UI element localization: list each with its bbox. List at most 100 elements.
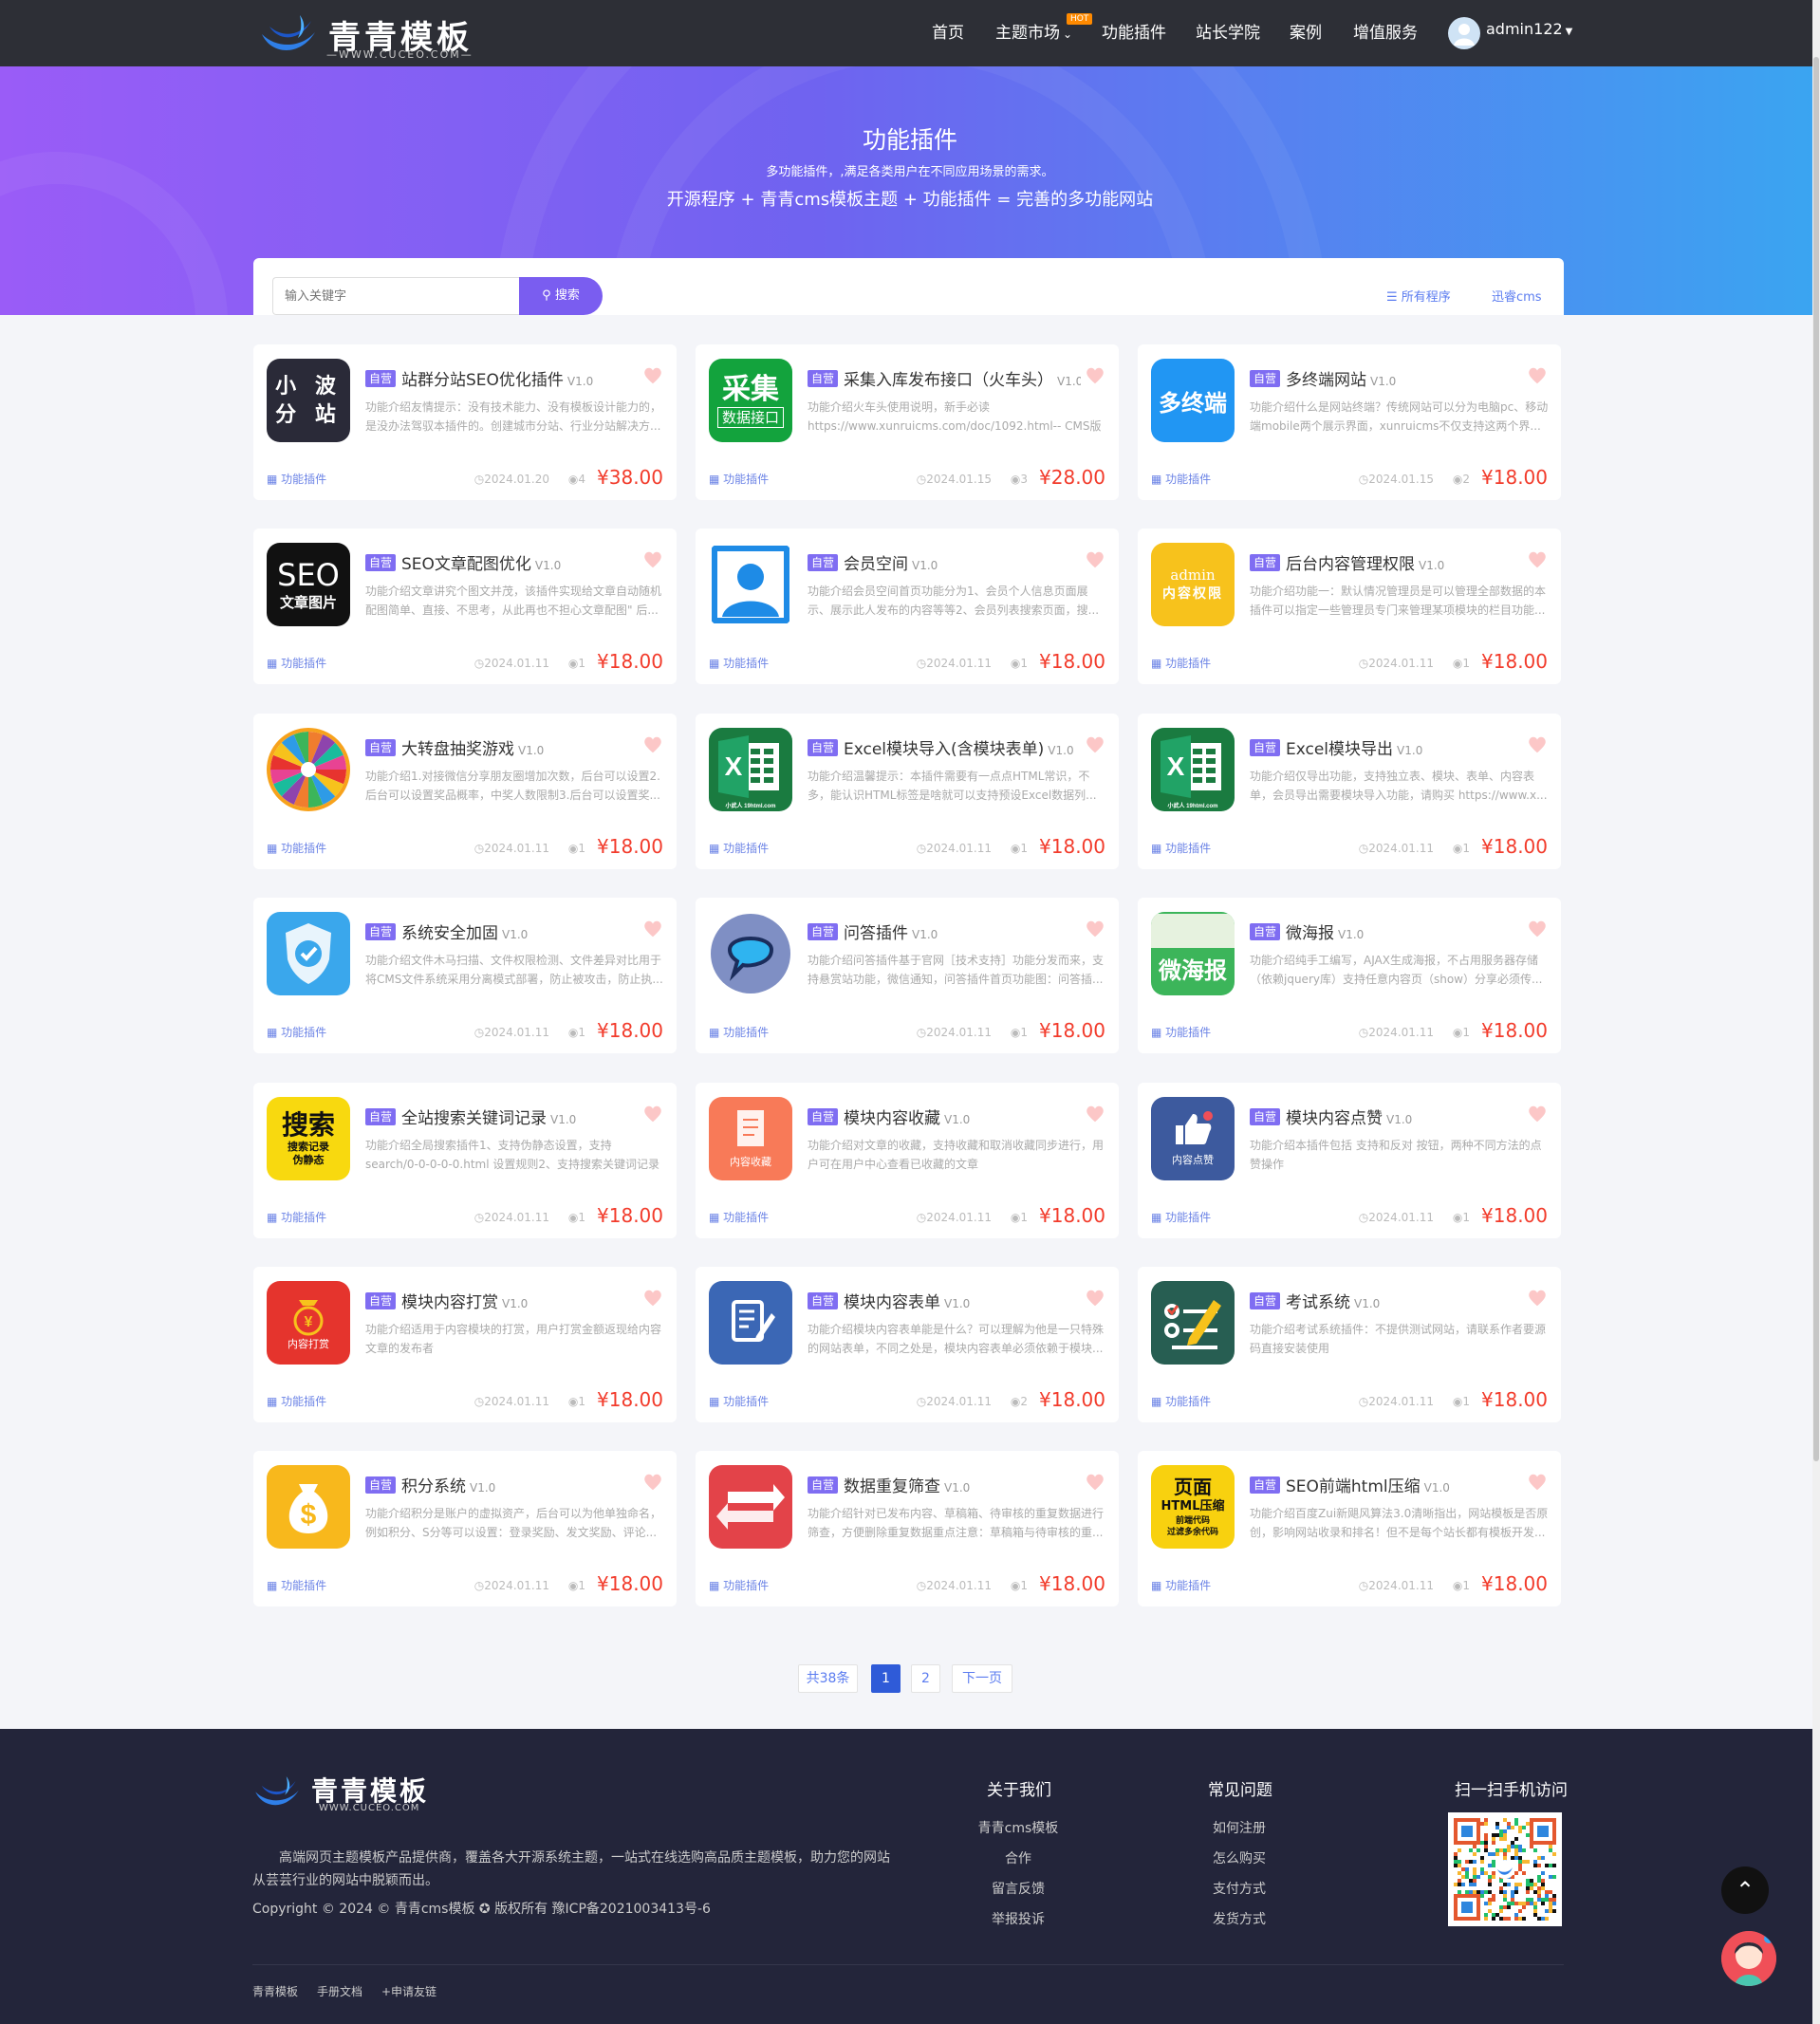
footer-link[interactable]: 留言反馈 bbox=[977, 1879, 1059, 1898]
product-icon[interactable] bbox=[709, 912, 792, 996]
product-card[interactable]: 内容收藏 自营 模块内容收藏 V1.0 功能介绍对文章的收藏，支持收藏和取消收藏同步进行… bbox=[696, 1082, 1119, 1238]
product-title[interactable]: SEO前端html压缩 V1.0 bbox=[1286, 1473, 1523, 1496]
filter-all-programs[interactable]: ☰ 所有程序 bbox=[1386, 287, 1451, 305]
product-title[interactable]: 后台内容管理权限 V1.0 bbox=[1286, 550, 1523, 574]
product-card[interactable]: admin 内容权限 自营 后台内容管理权限 V1.0 功能介绍功能一：默认情况管理员是可… bbox=[1138, 529, 1561, 685]
footer-link[interactable]: 怎么购买 bbox=[1198, 1848, 1280, 1867]
product-title[interactable]: 站群分站SEO优化插件 V1.0 bbox=[401, 366, 639, 390]
product-icon[interactable] bbox=[267, 727, 350, 811]
product-title[interactable]: 问答插件 V1.0 bbox=[844, 919, 1081, 943]
footer-link[interactable]: 如何注册 bbox=[1198, 1818, 1280, 1837]
product-category[interactable]: ▦ 功能插件 bbox=[709, 655, 769, 671]
heart-icon[interactable] bbox=[1085, 919, 1105, 939]
footer-bottom-link[interactable]: 青青模板 bbox=[252, 1983, 298, 1999]
product-title[interactable]: 多终端网站 V1.0 bbox=[1286, 366, 1523, 390]
product-icon[interactable] bbox=[267, 912, 350, 996]
back-to-top-button[interactable]: ⌃ bbox=[1721, 1866, 1769, 1914]
heart-icon[interactable] bbox=[642, 365, 663, 386]
product-card[interactable]: ¥ 内容打赏 自营 模块内容打赏 V1.0 功能介绍适用于内容模块的打赏，用户打赏金额返现… bbox=[253, 1267, 677, 1422]
product-icon[interactable]: 页面 HTML压缩 前端代码 过滤多余代码 bbox=[1151, 1465, 1235, 1550]
user-menu[interactable]: admin122 ▼ bbox=[1486, 0, 1572, 63]
site-logo[interactable]: 青青模板 —WWW.CUCEO.COM— bbox=[258, 8, 476, 61]
product-card[interactable]: 采集 数据接口 自营 采集入库发布接口（火车头） V1.0 功能介绍火车头使用说明，新手必… bbox=[696, 344, 1119, 500]
product-card[interactable]: 小 波分 站自营 站群分站SEO优化插件 V1.0 功能介绍友情提示：没有技术能力、没… bbox=[253, 344, 677, 500]
footer-bottom-link[interactable]: 手册文档 bbox=[317, 1983, 362, 1999]
footer-link[interactable]: 合作 bbox=[977, 1848, 1059, 1867]
heart-icon[interactable] bbox=[642, 1288, 663, 1309]
product-icon[interactable]: ¥ 内容打赏 bbox=[267, 1281, 350, 1365]
product-icon[interactable]: 小 波分 站 bbox=[267, 359, 350, 442]
footer-bottom-link[interactable]: +申请友链 bbox=[381, 1983, 436, 1999]
product-title[interactable]: 考试系统 V1.0 bbox=[1286, 1289, 1523, 1312]
heart-icon[interactable] bbox=[642, 919, 663, 939]
heart-icon[interactable] bbox=[1085, 1288, 1105, 1309]
footer-link[interactable]: 发货方式 bbox=[1198, 1909, 1280, 1928]
heart-icon[interactable] bbox=[1527, 549, 1548, 570]
product-category[interactable]: ▦ 功能插件 bbox=[1151, 1577, 1211, 1593]
product-category[interactable]: ▦ 功能插件 bbox=[709, 1393, 769, 1409]
search-button[interactable]: ⚲ 搜索 bbox=[519, 277, 603, 315]
nav-cases[interactable]: 案例 bbox=[1290, 0, 1322, 66]
product-icon[interactable]: 内容点赞 bbox=[1151, 1096, 1235, 1180]
product-title[interactable]: 系统安全加固 V1.0 bbox=[401, 919, 639, 943]
product-category[interactable]: ▦ 功能插件 bbox=[709, 1024, 769, 1040]
product-category[interactable]: ▦ 功能插件 bbox=[1151, 655, 1211, 671]
product-category[interactable]: ▦ 功能插件 bbox=[709, 1577, 769, 1593]
product-card[interactable]: 自营 数据重复筛查 V1.0 功能介绍针对已发布内容、草稿箱、待审核的重复数据进行筛查… bbox=[696, 1451, 1119, 1607]
next-page-button[interactable]: 下一页 bbox=[952, 1664, 1012, 1693]
product-icon[interactable]: 搜索 搜索记录 伪静态 bbox=[267, 1096, 350, 1180]
product-icon[interactable]: $ bbox=[267, 1465, 350, 1550]
footer-link[interactable]: 举报投诉 bbox=[977, 1909, 1059, 1928]
product-icon[interactable] bbox=[709, 1465, 792, 1550]
product-card[interactable]: 微海报 自营 微海报 V1.0 功能介绍纯手工编写，AJAX生成海报，不占用服务器存储（… bbox=[1138, 898, 1561, 1054]
product-category[interactable]: ▦ 功能插件 bbox=[1151, 1024, 1211, 1040]
product-title[interactable]: 模块内容收藏 V1.0 bbox=[844, 1105, 1081, 1128]
heart-icon[interactable] bbox=[1085, 365, 1105, 386]
product-card[interactable]: X 小武人 19html.com 自营 Excel模块导入(含模块表单) V1.0 功能介… bbox=[696, 713, 1119, 869]
product-card[interactable]: 自营 大转盘抽奖游戏 V1.0 功能介绍1.对接微信分享朋友圈增加次数，后台可以设置2… bbox=[253, 713, 677, 869]
footer-link[interactable]: 青青cms模板 bbox=[977, 1818, 1059, 1837]
product-icon[interactable]: 采集 数据接口 bbox=[709, 359, 792, 442]
product-title[interactable]: 模块内容点赞 V1.0 bbox=[1286, 1105, 1523, 1128]
product-category[interactable]: ▦ 功能插件 bbox=[709, 840, 769, 856]
footer-logo[interactable]: 青青模板 WWW.CUCEO.COM bbox=[252, 1771, 442, 1818]
product-icon[interactable]: 微海报 bbox=[1151, 912, 1235, 996]
product-icon[interactable] bbox=[709, 1281, 792, 1365]
search-input[interactable] bbox=[272, 277, 519, 315]
product-title[interactable]: 采集入库发布接口（火车头） V1.0 bbox=[844, 366, 1081, 390]
product-category[interactable]: ▦ 功能插件 bbox=[267, 1393, 326, 1409]
heart-icon[interactable] bbox=[1527, 1472, 1548, 1493]
product-title[interactable]: SEO文章配图优化 V1.0 bbox=[401, 550, 639, 574]
product-card[interactable]: 自营 考试系统 V1.0 功能介绍考试系统插件：不提供测试网站，请联系作者要源码直接安… bbox=[1138, 1267, 1561, 1422]
product-card[interactable]: 搜索 搜索记录 伪静态 自营 全站搜索关键词记录 V1.0 功能介绍全局搜索插件1、支持伪静… bbox=[253, 1082, 677, 1238]
footer-link[interactable]: 支付方式 bbox=[1198, 1879, 1280, 1898]
product-title[interactable]: 数据重复筛查 V1.0 bbox=[844, 1473, 1081, 1496]
product-icon[interactable]: X 小武人 19html.com bbox=[709, 727, 792, 811]
product-title[interactable]: 积分系统 V1.0 bbox=[401, 1473, 639, 1496]
product-icon[interactable] bbox=[709, 543, 792, 627]
nav-theme-market[interactable]: 主题市场 ⌄ bbox=[995, 0, 1072, 66]
heart-icon[interactable] bbox=[1527, 734, 1548, 755]
product-category[interactable]: ▦ 功能插件 bbox=[1151, 840, 1211, 856]
product-category[interactable]: ▦ 功能插件 bbox=[267, 1024, 326, 1040]
product-category[interactable]: ▦ 功能插件 bbox=[1151, 471, 1211, 487]
filter-xunrui-cms[interactable]: 迅睿cms bbox=[1492, 287, 1542, 305]
product-card[interactable]: 自营 模块内容表单 V1.0 功能介绍模块内容表单能是什么？可以理解为他是一只特殊的网… bbox=[696, 1267, 1119, 1422]
product-card[interactable]: 页面 HTML压缩 前端代码 过滤多余代码 自营 SEO前端html压缩 V1.0 功能介绍百… bbox=[1138, 1451, 1561, 1607]
product-title[interactable]: 会员空间 V1.0 bbox=[844, 550, 1081, 574]
nav-home[interactable]: 首页 bbox=[932, 0, 964, 66]
product-card[interactable]: 内容点赞 自营 模块内容点赞 V1.0 功能介绍本插件包括 支持和反对 按钮，两种不同方… bbox=[1138, 1082, 1561, 1238]
product-card[interactable]: X 小武人 19html.com 自营 Excel模块导出 V1.0 功能介绍仅导出功能，… bbox=[1138, 713, 1561, 869]
heart-icon[interactable] bbox=[1085, 1472, 1105, 1493]
heart-icon[interactable] bbox=[1527, 365, 1548, 386]
product-title[interactable]: Excel模块导入(含模块表单) V1.0 bbox=[844, 735, 1081, 759]
heart-icon[interactable] bbox=[642, 1104, 663, 1124]
heart-icon[interactable] bbox=[642, 549, 663, 570]
product-category[interactable]: ▦ 功能插件 bbox=[709, 1209, 769, 1225]
heart-icon[interactable] bbox=[642, 1472, 663, 1493]
product-card[interactable]: 多终端 自营 多终端网站 V1.0 功能介绍什么是网站终端？传统网站可以分为电脑pc、移… bbox=[1138, 344, 1561, 500]
scrollbar-thumb[interactable] bbox=[1813, 57, 1819, 1461]
product-title[interactable]: 模块内容表单 V1.0 bbox=[844, 1289, 1081, 1312]
product-icon[interactable]: SEO 文章图片 bbox=[267, 543, 350, 627]
product-category[interactable]: ▦ 功能插件 bbox=[267, 655, 326, 671]
